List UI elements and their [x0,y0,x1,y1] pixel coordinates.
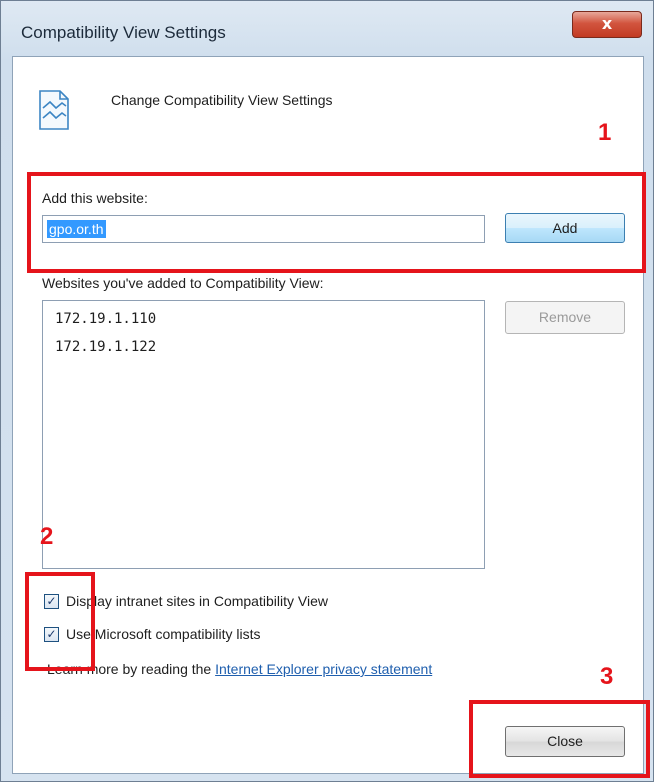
added-websites-list[interactable]: 172.19.1.110 172.19.1.122 [42,300,485,569]
annotation-box-2 [25,572,95,671]
intranet-checkbox-label[interactable]: Display intranet sites in Compatibility … [66,593,328,609]
dialog-heading: Change Compatibility View Settings [111,92,333,108]
annotation-number-2: 2 [40,523,54,550]
window-title: Compatibility View Settings [21,23,226,42]
learn-more-text: Learn more by reading the Internet Explo… [47,661,432,677]
compatibility-page-icon [37,88,71,137]
annotation-box-1 [27,172,646,273]
list-item[interactable]: 172.19.1.110 [55,311,156,327]
remove-button[interactable]: Remove [505,301,625,334]
annotation-number-3: 3 [600,663,614,690]
added-websites-label: Websites you've added to Compatibility V… [42,275,324,291]
list-item[interactable]: 172.19.1.122 [55,339,156,355]
ms-lists-checkbox-label[interactable]: Use Microsoft compatibility lists [66,626,261,642]
privacy-statement-link[interactable]: Internet Explorer privacy statement [215,661,432,677]
annotation-number-1: 1 [598,119,612,146]
annotation-box-3 [469,700,650,778]
window-close-button[interactable]: x [572,11,642,38]
